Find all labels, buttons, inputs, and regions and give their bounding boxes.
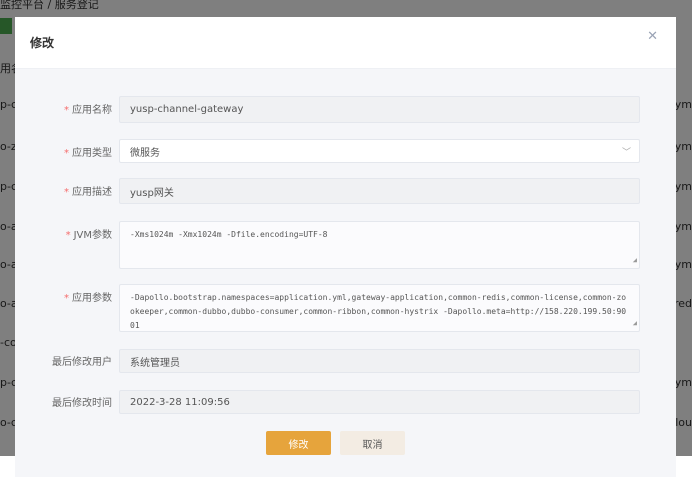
jvm-params-textarea[interactable]: -Xms1024m -Xmx1024m -Dfile.encoding=UTF-…: [119, 221, 640, 269]
app-type-value: 微服务: [130, 147, 160, 159]
close-icon[interactable]: ✕: [647, 29, 658, 44]
jvm-label: JVM参数: [73, 230, 112, 241]
app-params-textarea[interactable]: -Dapollo.bootstrap.namespaces=applicatio…: [119, 284, 640, 332]
resize-handle-icon[interactable]: ◢: [633, 253, 637, 267]
time-label: 最后修改时间: [52, 398, 112, 409]
user-label: 最后修改用户: [52, 357, 112, 368]
app-name-input[interactable]: yusp-channel-gateway: [119, 96, 640, 123]
edit-dialog: 修改 ✕ * 应用名称 yusp-channel-gateway * 应用类型 微服…: [15, 17, 676, 477]
required-mark: *: [64, 293, 69, 304]
required-mark: *: [65, 230, 71, 241]
required-mark: *: [64, 105, 69, 116]
cancel-button[interactable]: 取消: [340, 431, 405, 455]
name-label: 应用名称: [72, 105, 112, 116]
chevron-down-icon: ﹀: [621, 148, 631, 158]
app-type-select[interactable]: 微服务 ﹀: [119, 139, 640, 163]
submit-button[interactable]: 修改: [266, 431, 331, 455]
dialog-header: 修改 ✕: [15, 17, 676, 69]
desc-label: 应用描述: [72, 187, 112, 198]
jvm-params-value: -Xms1024m -Xmx1024m -Dfile.encoding=UTF-…: [130, 230, 328, 239]
resize-handle-icon[interactable]: ◢: [633, 316, 637, 330]
required-mark: *: [64, 148, 69, 159]
dialog-title: 修改: [30, 36, 55, 50]
last-modified-time-input[interactable]: 2022-3-28 11:09:56: [119, 390, 640, 414]
params-label: 应用参数: [72, 293, 112, 304]
type-label: 应用类型: [72, 148, 112, 159]
app-desc-input[interactable]: yusp网关: [119, 178, 640, 204]
app-params-value: -Dapollo.bootstrap.namespaces=applicatio…: [130, 293, 627, 330]
required-mark: *: [64, 187, 69, 198]
last-modified-user-input[interactable]: 系统管理员: [119, 349, 640, 373]
